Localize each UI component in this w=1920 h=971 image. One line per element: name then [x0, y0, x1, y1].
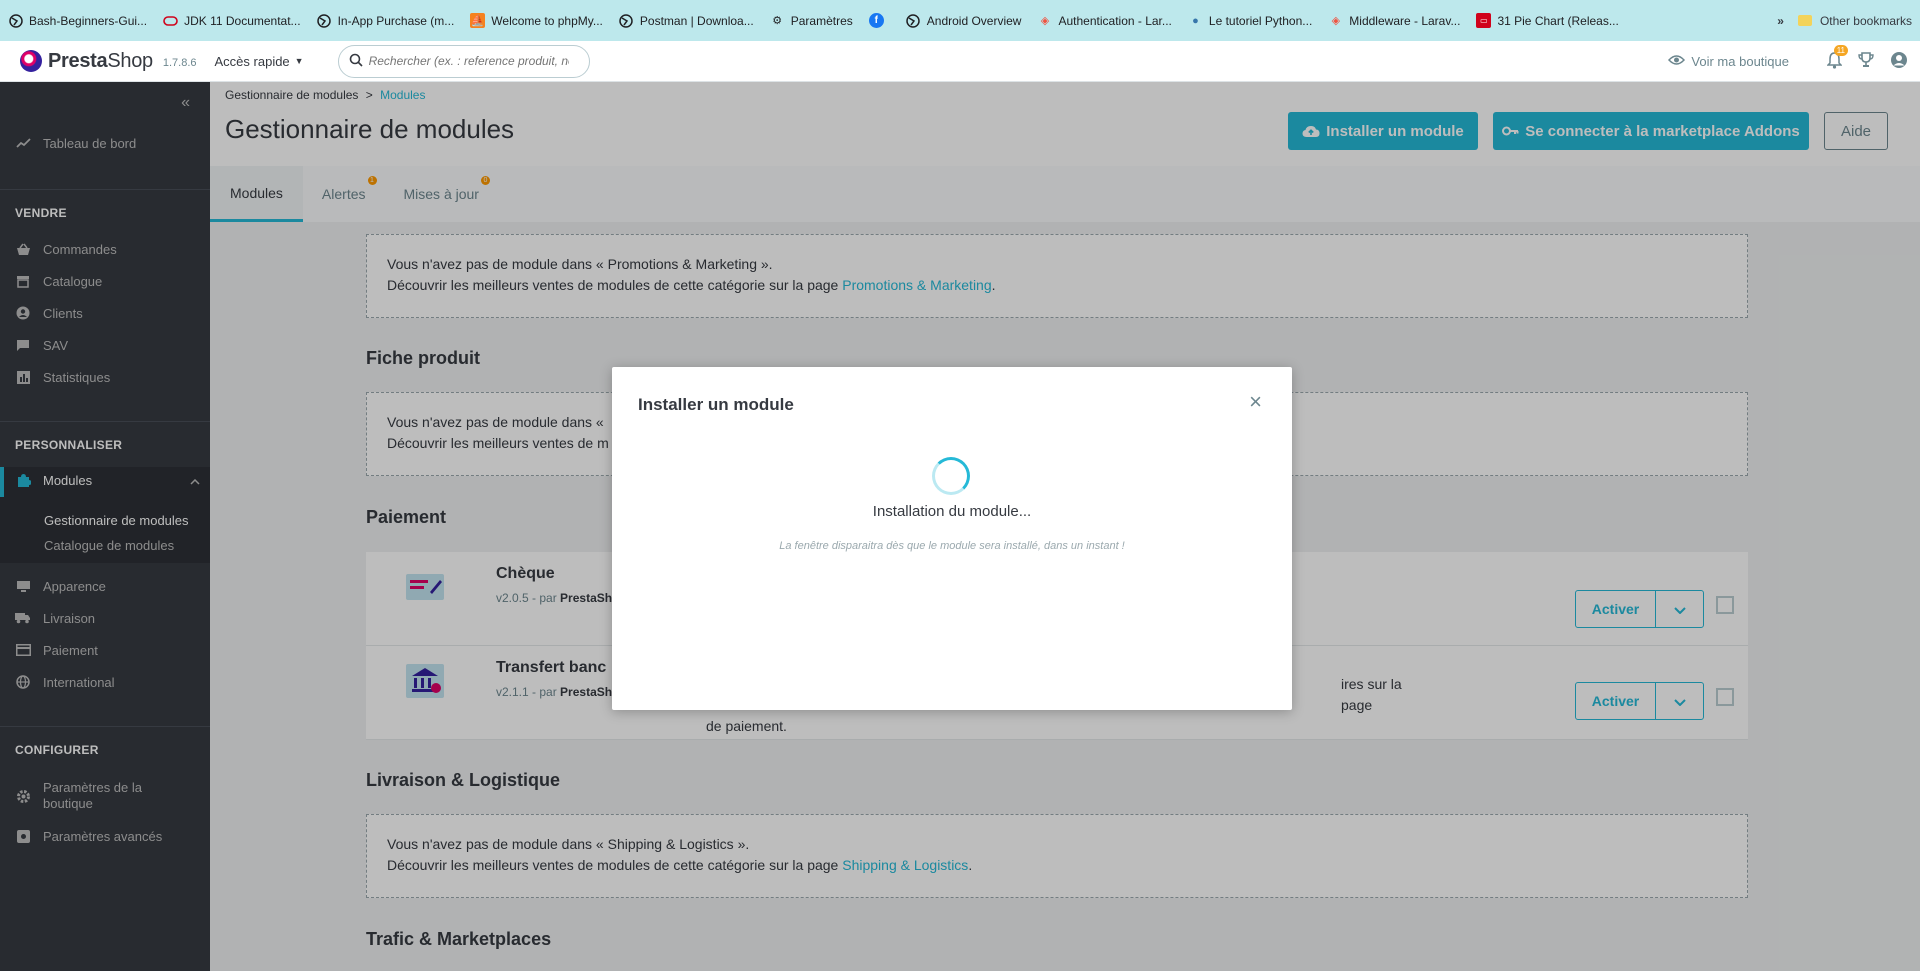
globe-icon [8, 13, 23, 28]
bookmarks-overflow-button[interactable]: » [1777, 14, 1784, 28]
globe-icon [317, 13, 332, 28]
view-shop-link[interactable]: Voir ma boutique [1668, 54, 1789, 69]
bookmark-postman[interactable]: Postman | Downloa... [619, 13, 754, 28]
close-icon[interactable]: × [1249, 391, 1262, 413]
caret-down-icon: ▼ [294, 56, 304, 66]
oracle-icon: ▭ [1476, 13, 1492, 28]
globe-icon [906, 13, 921, 28]
prestashop-logo[interactable]: PrestaShop [20, 50, 153, 73]
oracle-icon [163, 13, 178, 28]
version-label: 1.7.8.6 [162, 57, 197, 69]
search-icon [349, 53, 363, 70]
bookmark-authentication[interactable]: ◈ Authentication - Lar... [1037, 13, 1172, 28]
loading-spinner [932, 457, 970, 495]
trophy-icon [1858, 52, 1874, 71]
laravel-icon: ◈ [1331, 15, 1341, 27]
python-icon: ● [1192, 14, 1199, 27]
folder-icon [1797, 15, 1812, 26]
gear-icon: ⚙ [772, 15, 783, 27]
facebook-icon: f [868, 13, 884, 28]
modal-title: Installer un module [638, 395, 794, 414]
search-input[interactable] [368, 54, 569, 68]
user-avatar-icon [1890, 51, 1908, 72]
bookmark-android[interactable]: Android Overview [906, 13, 1021, 28]
notifications-button[interactable]: 11 [1826, 44, 1848, 72]
search-box[interactable] [337, 44, 590, 78]
trophy-button[interactable] [1858, 52, 1874, 71]
bookmark-middleware[interactable]: ◈ Middleware - Larav... [1328, 13, 1461, 28]
bookmark-jdk[interactable]: JDK 11 Documentat... [163, 13, 301, 28]
globe-icon [619, 13, 634, 28]
phpmyadmin-icon: ⛵ [470, 13, 486, 28]
bookmark-piechart[interactable]: ▭ 31 Pie Chart (Releas... [1476, 13, 1619, 28]
bookmark-phpmyadmin[interactable]: ⛵ Welcome to phpMy... [470, 13, 603, 28]
modal-note: La fenêtre disparaitra dès que le module… [779, 540, 1125, 552]
bookmark-facebook[interactable]: f [868, 13, 890, 28]
bookmark-parametres[interactable]: ⚙ Paramètres [770, 13, 852, 28]
other-bookmarks[interactable]: Other bookmarks [1820, 14, 1912, 28]
bookmark-inapp[interactable]: In-App Purchase (m... [317, 13, 454, 28]
installation-status: Installation du module... [872, 503, 1032, 520]
notifications-badge: 11 [1833, 44, 1848, 56]
quick-access-dropdown[interactable]: Accès rapide ▼ [215, 54, 304, 69]
prestashop-logo-icon [20, 50, 42, 72]
bookmark-python[interactable]: ● Le tutoriel Python... [1188, 13, 1312, 28]
top-header: PrestaShop 1.7.8.6 Accès rapide ▼ Voir m… [0, 41, 1920, 82]
laravel-icon: ◈ [1040, 15, 1050, 27]
bookmark-bash[interactable]: Bash-Beginners-Gui... [8, 13, 147, 28]
bookmarks-bar: Bash-Beginners-Gui... JDK 11 Documentat.… [0, 0, 1920, 41]
account-button[interactable] [1890, 51, 1908, 72]
install-module-modal: Installer un module × Installation du mo… [612, 367, 1292, 710]
eye-icon [1668, 54, 1686, 69]
